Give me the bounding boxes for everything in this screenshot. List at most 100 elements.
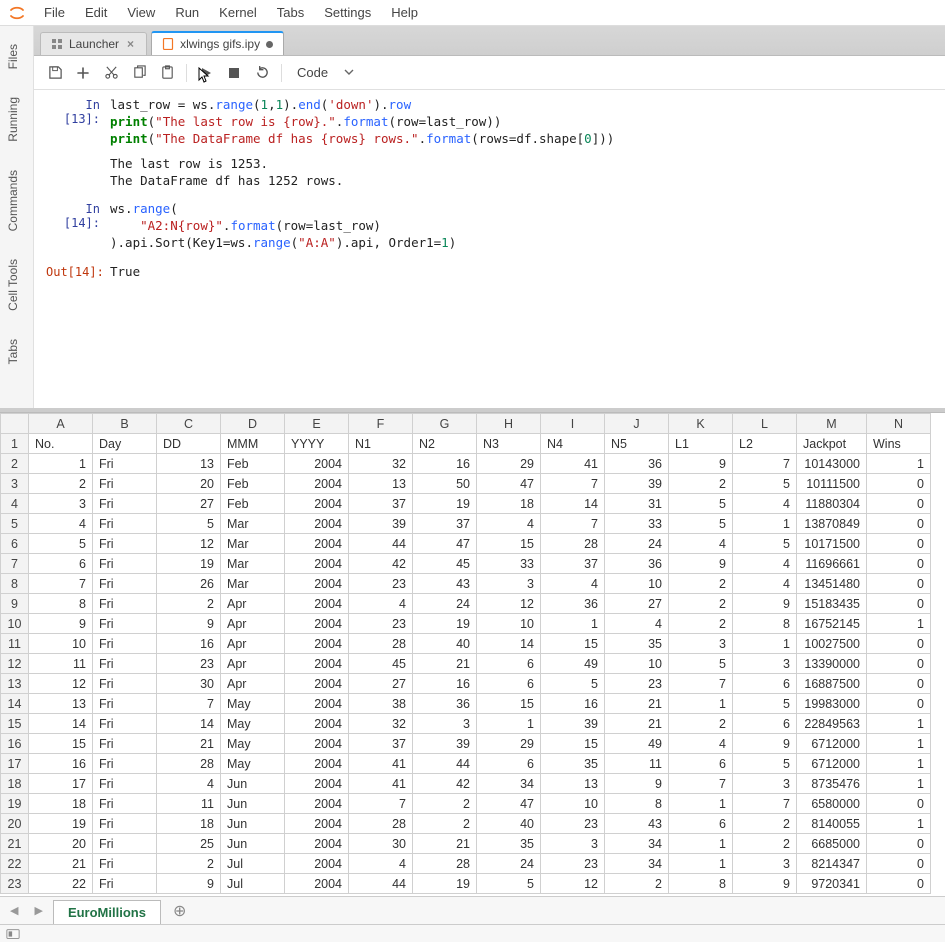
cell[interactable]: 2004	[285, 734, 349, 754]
row-header[interactable]: 1	[1, 434, 29, 454]
cell[interactable]: 13870849	[797, 514, 867, 534]
cell[interactable]: 20	[29, 834, 93, 854]
cell[interactable]: 2004	[285, 774, 349, 794]
cell[interactable]: 50	[413, 474, 477, 494]
cell[interactable]: 35	[605, 634, 669, 654]
cell[interactable]: 28	[541, 534, 605, 554]
cell[interactable]: Fri	[93, 794, 157, 814]
cell[interactable]: 12	[477, 594, 541, 614]
cell[interactable]: 2004	[285, 694, 349, 714]
cell[interactable]: 9	[733, 594, 797, 614]
cell[interactable]: 2	[733, 834, 797, 854]
cell[interactable]: 49	[605, 734, 669, 754]
cell[interactable]: 0	[867, 514, 931, 534]
cell[interactable]: 20	[157, 474, 221, 494]
cell[interactable]: 7	[541, 474, 605, 494]
cell[interactable]: 0	[867, 794, 931, 814]
cell[interactable]: 2004	[285, 554, 349, 574]
copy-button[interactable]	[126, 60, 152, 86]
cell[interactable]: 18	[29, 794, 93, 814]
cell[interactable]: Fri	[93, 814, 157, 834]
cell[interactable]: 19983000	[797, 694, 867, 714]
cell[interactable]: 37	[413, 514, 477, 534]
cell[interactable]: 1	[867, 814, 931, 834]
column-header[interactable]: H	[477, 414, 541, 434]
cell[interactable]: Apr	[221, 654, 285, 674]
column-header[interactable]: I	[541, 414, 605, 434]
cell[interactable]: 49	[541, 654, 605, 674]
cell[interactable]: 3	[733, 854, 797, 874]
cell[interactable]: 2	[733, 814, 797, 834]
cell[interactable]: 13	[349, 474, 413, 494]
cell[interactable]: 28	[349, 634, 413, 654]
cell[interactable]: 7	[541, 514, 605, 534]
restart-button[interactable]	[249, 60, 275, 86]
cell[interactable]: Fri	[93, 494, 157, 514]
cell[interactable]: 15	[29, 734, 93, 754]
cell[interactable]: Jun	[221, 834, 285, 854]
cell[interactable]: 33	[605, 514, 669, 534]
cell[interactable]: May	[221, 694, 285, 714]
cell[interactable]: 45	[413, 554, 477, 574]
cell[interactable]: 44	[349, 534, 413, 554]
cell[interactable]: May	[221, 714, 285, 734]
cell[interactable]: Apr	[221, 614, 285, 634]
cell[interactable]: Fri	[93, 874, 157, 894]
cell[interactable]: 2004	[285, 754, 349, 774]
cell[interactable]: 3	[413, 714, 477, 734]
cell[interactable]: 6580000	[797, 794, 867, 814]
row-header[interactable]: 14	[1, 694, 29, 714]
cell[interactable]: 19	[29, 814, 93, 834]
cell[interactable]: 24	[413, 594, 477, 614]
cell[interactable]: 41	[541, 454, 605, 474]
cell[interactable]: 8140055	[797, 814, 867, 834]
cell[interactable]: 14	[477, 634, 541, 654]
cell[interactable]: 7	[733, 794, 797, 814]
cell[interactable]: 39	[349, 514, 413, 534]
cell[interactable]: 0	[867, 594, 931, 614]
code-body[interactable]: ws.range( "A2:N{row}".format(row=last_ro…	[110, 200, 941, 253]
cell[interactable]: 4	[157, 774, 221, 794]
cell[interactable]: Jun	[221, 794, 285, 814]
cell[interactable]: 6	[669, 814, 733, 834]
cell[interactable]: 7	[349, 794, 413, 814]
cell[interactable]: 2004	[285, 594, 349, 614]
cell[interactable]: 5	[733, 474, 797, 494]
cell[interactable]: 10	[605, 574, 669, 594]
cell[interactable]: N4	[541, 434, 605, 454]
cell[interactable]: 2004	[285, 454, 349, 474]
cell[interactable]: 9	[605, 774, 669, 794]
cell[interactable]: 15	[477, 534, 541, 554]
cell[interactable]: 36	[605, 554, 669, 574]
cell[interactable]: 1	[867, 774, 931, 794]
cell[interactable]: 11	[605, 754, 669, 774]
row-header[interactable]: 15	[1, 714, 29, 734]
cell[interactable]: 37	[541, 554, 605, 574]
menu-file[interactable]: File	[34, 1, 75, 24]
cell[interactable]: 23	[605, 674, 669, 694]
cell[interactable]: 23	[157, 654, 221, 674]
cell[interactable]: 10	[605, 654, 669, 674]
cell[interactable]: 2004	[285, 634, 349, 654]
cell[interactable]: 8	[605, 794, 669, 814]
cell[interactable]: Jackpot	[797, 434, 867, 454]
column-header[interactable]: F	[349, 414, 413, 434]
sheet-tab-euromillions[interactable]: EuroMillions	[53, 900, 161, 924]
cell[interactable]: N2	[413, 434, 477, 454]
row-header[interactable]: 4	[1, 494, 29, 514]
cell[interactable]: 35	[541, 754, 605, 774]
row-header[interactable]: 23	[1, 874, 29, 894]
cell[interactable]: 23	[349, 614, 413, 634]
cell[interactable]: 3	[477, 574, 541, 594]
cell[interactable]: 0	[867, 834, 931, 854]
cell[interactable]: 0	[867, 674, 931, 694]
cell[interactable]: Jun	[221, 814, 285, 834]
cell[interactable]: 18	[477, 494, 541, 514]
cell[interactable]: Fri	[93, 654, 157, 674]
menu-tabs[interactable]: Tabs	[267, 1, 314, 24]
cell[interactable]: 2004	[285, 794, 349, 814]
row-header[interactable]: 13	[1, 674, 29, 694]
cell[interactable]: 2	[605, 874, 669, 894]
cell[interactable]: 37	[349, 734, 413, 754]
row-header[interactable]: 21	[1, 834, 29, 854]
